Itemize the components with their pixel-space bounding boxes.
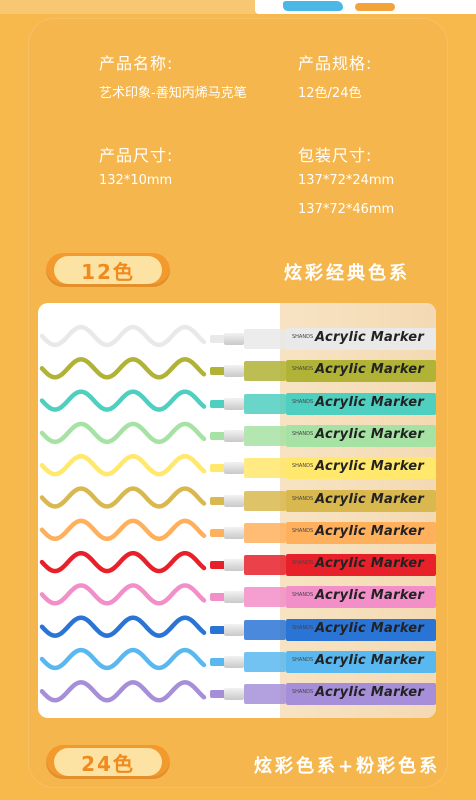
marker-brand: SHANDS	[292, 624, 314, 631]
marker-brand: SHANDS	[292, 527, 314, 534]
product-photo: SHANDS Acrylic Marker SHANDS Acrylic Marker…	[38, 303, 436, 718]
marker-collar	[244, 652, 286, 672]
marker-collar	[244, 393, 286, 414]
marker-brand: SHANDS	[292, 398, 314, 405]
marker-collar	[244, 684, 286, 705]
marker-label: Acrylic Marker	[315, 685, 425, 701]
marker-brand: SHANDS	[292, 334, 314, 340]
marker-label: Acrylic Marker	[315, 588, 425, 604]
swatch-wave	[39, 550, 207, 574]
marker-collar	[244, 329, 286, 349]
marker-collar	[244, 361, 286, 382]
top-image-fragment	[255, 0, 476, 14]
marker-brand: SHANDS	[292, 560, 314, 567]
marker-label: Acrylic Marker	[315, 426, 425, 442]
marker-nib	[224, 591, 244, 604]
package-size-value-1: 137*72*24mm	[298, 173, 395, 188]
marker-collar	[244, 458, 286, 479]
marker-label: Acrylic Marker	[315, 620, 425, 636]
acrylic-marker: SHANDS Acrylic Marker	[210, 326, 436, 352]
marker-nib	[224, 429, 244, 442]
decorative-shape	[283, 1, 343, 11]
acrylic-marker: SHANDS Acrylic Marker	[210, 617, 436, 643]
marker-label: Acrylic Marker	[315, 394, 425, 410]
swatch-wave	[39, 389, 207, 412]
marker-nib	[224, 656, 244, 668]
marker-collar	[244, 587, 286, 608]
badge-label: 24色	[54, 748, 162, 776]
swatch-wave	[39, 357, 207, 380]
marker-label: Acrylic Marker	[315, 653, 425, 668]
series-title-full: 炫彩色系+粉彩色系	[254, 756, 441, 777]
marker-label: Acrylic Marker	[315, 523, 425, 539]
swatch-wave	[39, 518, 207, 541]
package-size-value-2: 137*72*46mm	[298, 202, 395, 217]
marker-nib	[224, 333, 244, 345]
marker-brand: SHANDS	[292, 689, 314, 696]
marker-label: Acrylic Marker	[315, 459, 425, 475]
series-title-classic: 炫彩经典色系	[284, 263, 410, 284]
package-size-label: 包装尺寸:	[298, 146, 373, 165]
badge-12-colors: 12色	[46, 253, 170, 287]
acrylic-marker: SHANDS Acrylic Marker	[210, 520, 436, 546]
marker-label: Acrylic Marker	[315, 362, 425, 378]
acrylic-marker: SHANDS Acrylic Marker	[210, 681, 436, 707]
swatch-wave	[39, 486, 207, 509]
marker-label: Acrylic Marker	[315, 491, 425, 507]
marker-brand: SHANDS	[292, 657, 314, 663]
marker-collar	[244, 522, 286, 543]
product-name-label: 产品名称:	[99, 54, 174, 73]
marker-brand: SHANDS	[292, 430, 314, 437]
swatch-wave	[39, 583, 207, 606]
marker-collar	[244, 490, 286, 511]
marker-collar	[244, 555, 286, 576]
marker-nib	[224, 559, 244, 572]
marker-label: Acrylic Marker	[315, 330, 425, 345]
acrylic-marker: SHANDS Acrylic Marker	[210, 488, 436, 514]
marker-brand: SHANDS	[292, 366, 314, 373]
marker-nib	[224, 526, 244, 539]
decorative-shape	[355, 3, 395, 11]
acrylic-marker: SHANDS Acrylic Marker	[210, 455, 436, 481]
marker-brand: SHANDS	[292, 495, 314, 502]
marker-nib	[224, 494, 244, 507]
marker-label: Acrylic Marker	[315, 556, 425, 572]
acrylic-marker: SHANDS Acrylic Marker	[210, 391, 436, 417]
swatch-wave	[39, 454, 207, 477]
acrylic-marker: SHANDS Acrylic Marker	[210, 552, 436, 578]
marker-collar	[244, 425, 286, 446]
product-name-value: 艺术印象-善知丙烯马克笔	[99, 86, 247, 101]
swatch-wave	[39, 680, 207, 703]
acrylic-marker: SHANDS Acrylic Marker	[210, 423, 436, 449]
marker-nib	[224, 688, 244, 701]
swatch-wave	[39, 615, 207, 638]
marker-nib	[224, 397, 244, 410]
product-size-label: 产品尺寸:	[99, 146, 174, 165]
product-spec-label: 产品规格:	[298, 54, 373, 73]
swatch-wave	[39, 324, 207, 348]
marker-brand: SHANDS	[292, 463, 314, 470]
acrylic-marker: SHANDS Acrylic Marker	[210, 358, 436, 384]
acrylic-marker: SHANDS Acrylic Marker	[210, 584, 436, 610]
marker-collar	[244, 619, 286, 640]
marker-brand: SHANDS	[292, 592, 314, 599]
product-size-value: 132*10mm	[99, 173, 173, 188]
badge-label: 12色	[54, 256, 162, 284]
marker-nib	[224, 462, 244, 475]
marker-nib	[224, 365, 244, 378]
swatch-wave	[39, 421, 207, 445]
swatch-wave	[39, 647, 207, 671]
acrylic-marker: SHANDS Acrylic Marker	[210, 649, 436, 675]
badge-24-colors: 24色	[46, 745, 170, 779]
marker-nib	[224, 623, 244, 636]
product-spec-value: 12色/24色	[298, 86, 362, 101]
